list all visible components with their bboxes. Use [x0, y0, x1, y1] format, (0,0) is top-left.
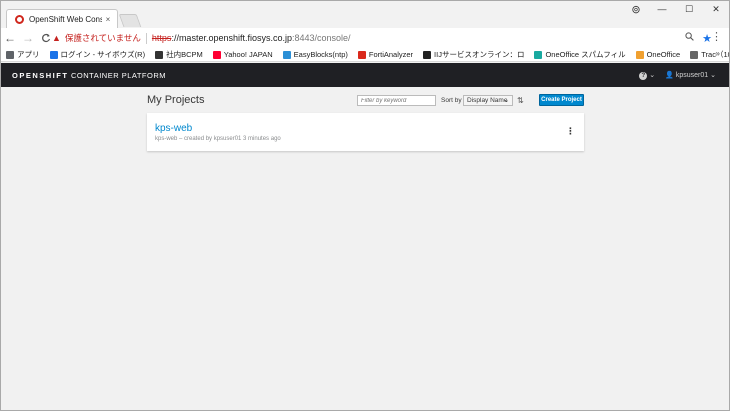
openshift-logo[interactable]: OPENSHIFT CONTAINER PLATFORM [12, 71, 166, 80]
bookmark-label: IIJサービスオンライン：ロ [434, 50, 525, 59]
bookmark-label: OneOffice スパムフィル [545, 50, 626, 59]
help-caret-icon: ⌄ [649, 71, 656, 79]
username: kpsuser01 [675, 72, 709, 79]
bookmark-item[interactable]: OneOffice [635, 50, 681, 59]
bookmark-favicon-icon [423, 50, 432, 59]
browser-titlebar: OpenShift Web Console × ⊚ — ☐ ✕ [0, 0, 730, 28]
bookmark-item[interactable]: Trac（10.10.50.51） [690, 49, 730, 60]
back-button[interactable]: ← [2, 30, 18, 46]
bookmark-label: OneOffice [646, 50, 681, 59]
masthead-actions: ? ⌄ 👤 kpsuser01 ⌄ [639, 63, 716, 87]
browser-toolbar: ← → ▲ 保護されていません https ://master.openshif… [0, 28, 730, 48]
bookmark-label: アプリ [17, 50, 40, 59]
bookmark-item[interactable]: 社内BCPM [155, 49, 203, 60]
bookmark-favicon-icon [357, 50, 366, 59]
bookmarks-bar: アプリ ログイン - サイボウズ(R) 社内BCPM Yahoo! JAPAN Easy… [0, 48, 730, 62]
openshift-masthead: OPENSHIFT CONTAINER PLATFORM ? ⌄ 👤 kpsuse… [0, 63, 730, 87]
kebab-menu-icon[interactable]: ⋮ [566, 127, 575, 136]
sort-select-value: Display Name [467, 97, 508, 104]
bookmark-label: ログイン - サイボウズ(R) [60, 50, 146, 59]
create-project-button[interactable]: Create Project [539, 94, 584, 106]
browser-tab-openshift[interactable]: OpenShift Web Console × [6, 9, 118, 28]
projects-toolbar: My Projects Sort by Display Name ⌄ ⇅ Cre… [147, 92, 584, 108]
bookmark-item[interactable]: Yahoo! JAPAN [212, 50, 273, 59]
reload-icon [42, 33, 51, 43]
omnibox-divider [145, 32, 147, 44]
bookmark-item[interactable]: ログイン - サイボウズ(R) [49, 49, 146, 60]
bookmark-favicon-icon [282, 50, 291, 59]
zoom-icon[interactable] [685, 32, 694, 44]
page-title: My Projects [147, 94, 205, 106]
bookmarks-more-button[interactable]: » [716, 49, 720, 58]
bookmark-favicon-icon [534, 50, 543, 59]
bookmark-item[interactable]: IIJサービスオンライン：ロ [423, 49, 524, 60]
url-path: :8443/console/ [292, 33, 351, 43]
omnibox-actions: ★ [685, 30, 712, 46]
url-scheme: https [151, 33, 172, 43]
filter-keyword-input[interactable] [357, 95, 436, 106]
bookmark-favicon-icon [690, 50, 699, 59]
project-meta: kps-web – created by kpsuser01 3 minutes… [155, 136, 281, 142]
project-card: kps-web kps-web – created by kpsuser01 3… [147, 113, 584, 151]
bookmark-item[interactable]: EasyBlocks(ntp) [282, 50, 348, 59]
projects-page: My Projects Sort by Display Name ⌄ ⇅ Cre… [0, 87, 730, 411]
forward-button[interactable]: → [20, 30, 36, 46]
project-name-link[interactable]: kps-web [155, 123, 192, 134]
bookmark-favicon-icon [6, 50, 14, 59]
user-icon: 👤 [665, 72, 674, 79]
bookmark-favicon-icon [155, 50, 164, 59]
close-tab-icon[interactable]: × [102, 15, 114, 24]
bookmark-item[interactable]: アプリ [6, 49, 40, 60]
bookmark-favicon-icon [49, 50, 58, 59]
help-menu[interactable]: ? ⌄ [639, 71, 655, 80]
account-icon[interactable]: ⊚ [622, 0, 650, 18]
chevron-down-icon: ⌄ [503, 98, 509, 104]
minimize-button[interactable]: — [648, 0, 676, 18]
sort-direction-icon[interactable]: ⇅ [517, 96, 524, 105]
user-menu[interactable]: 👤 kpsuser01 ⌄ [665, 71, 716, 79]
user-caret-icon: ⌄ [710, 72, 716, 79]
warning-triangle-icon: ▲ [52, 33, 61, 43]
bookmark-item[interactable]: FortiAnalyzer [357, 50, 414, 59]
bookmark-item[interactable]: OneOffice スパムフィル [534, 49, 626, 60]
bookmark-favicon-icon [635, 50, 644, 59]
openshift-favicon-icon [15, 14, 24, 24]
new-tab-button[interactable] [118, 14, 142, 27]
url-host: ://master.openshift.fiosys.co.jp [171, 33, 292, 43]
bookmark-label: EasyBlocks(ntp) [293, 50, 348, 59]
bookmark-favicon-icon [212, 50, 221, 59]
bookmark-label: Yahoo! JAPAN [223, 50, 273, 59]
help-icon: ? [639, 71, 648, 80]
logo-rest: CONTAINER PLATFORM [68, 70, 166, 80]
security-warning[interactable]: 保護されていません [65, 32, 141, 44]
sort-select[interactable]: Display Name ⌄ [463, 95, 513, 106]
bookmark-label: FortiAnalyzer [368, 50, 414, 59]
browser-menu-icon[interactable]: ⋮ [711, 32, 722, 43]
bookmark-label: 社内BCPM [166, 50, 203, 59]
address-bar[interactable]: ▲ 保護されていません https ://master.openshift.fi… [52, 30, 712, 46]
close-window-button[interactable]: ✕ [702, 0, 730, 18]
sort-label: Sort by [441, 97, 462, 104]
logo-bold: OPENSHIFT [12, 70, 69, 80]
maximize-button[interactable]: ☐ [675, 0, 703, 18]
tab-title: OpenShift Web Console [29, 14, 102, 24]
